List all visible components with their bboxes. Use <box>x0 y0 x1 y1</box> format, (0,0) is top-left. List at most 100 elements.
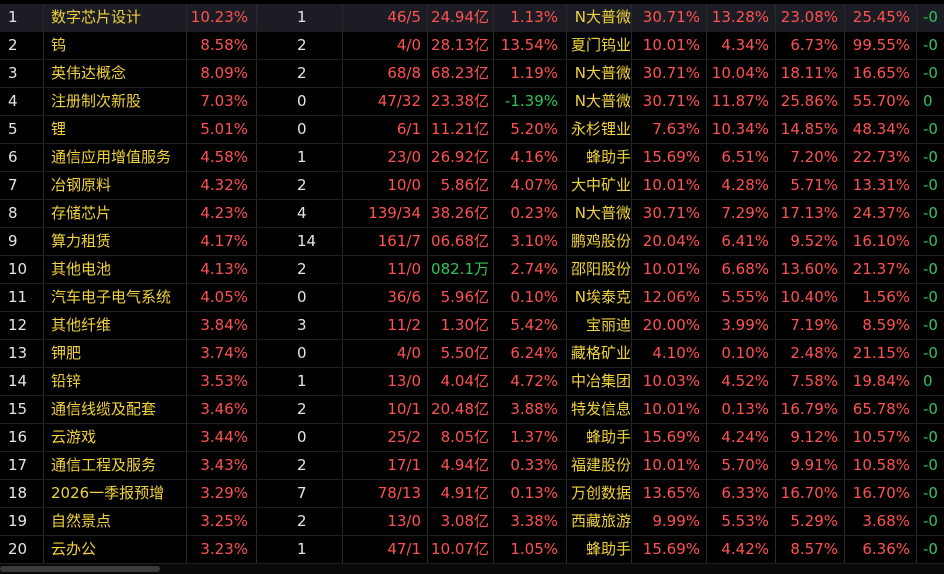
sector-name[interactable]: 数字芯片设计 <box>44 4 187 31</box>
leading-stock[interactable]: 宝丽迪 <box>567 312 632 339</box>
change-pct: 3.23% <box>187 536 257 563</box>
table-row[interactable]: 19 自然景点 3.25% 2 13/0 3.08亿 3.38% 西藏旅游 9.… <box>0 508 944 536</box>
change-pct: 3.46% <box>187 396 257 423</box>
sector-name[interactable]: 自然景点 <box>44 508 187 535</box>
leading-stock[interactable]: N大普微 <box>567 88 632 115</box>
limit-up-count: 2 <box>257 32 343 59</box>
net-pct: 3.10% <box>494 228 567 255</box>
leader-change: 10.03% <box>632 368 707 395</box>
leading-stock[interactable]: 大中矿业 <box>567 172 632 199</box>
leader-change: 10.01% <box>632 172 707 199</box>
period-change-3: 16.70% <box>845 480 917 507</box>
period-change-2: 9.91% <box>776 452 845 479</box>
leading-stock[interactable]: 特发信息 <box>567 396 632 423</box>
sector-name[interactable]: 英伟达概念 <box>44 60 187 87</box>
scrollbar-thumb[interactable] <box>0 566 160 572</box>
change-pct: 3.74% <box>187 340 257 367</box>
limit-up-count: 2 <box>257 60 343 87</box>
table-row[interactable]: 3 英伟达概念 8.09% 2 68/8 68.23亿 1.19% N大普微 3… <box>0 60 944 88</box>
period-change-2: 5.71% <box>776 172 845 199</box>
up-down-ratio: 10/1 <box>343 396 428 423</box>
sector-name[interactable]: 通信工程及服务 <box>44 452 187 479</box>
leading-stock[interactable]: 中冶集团 <box>567 368 632 395</box>
truncated-column: -0 <box>923 540 938 558</box>
leading-stock[interactable]: 鹏鸡股份 <box>567 228 632 255</box>
leading-stock[interactable]: N大普微 <box>567 4 632 31</box>
period-change-3: 24.37% <box>845 200 917 227</box>
net-amount: 06.68亿 <box>428 228 494 255</box>
table-row[interactable]: 13 钾肥 3.74% 0 4/0 5.50亿 6.24% 藏格矿业 4.10%… <box>0 340 944 368</box>
up-down-ratio: 68/8 <box>343 60 428 87</box>
limit-up-count: 14 <box>257 228 343 255</box>
table-row[interactable]: 2 钨 8.58% 2 4/0 28.13亿 13.54% 夏门钨业 10.01… <box>0 32 944 60</box>
table-row[interactable]: 15 通信线缆及配套 3.46% 2 10/1 20.48亿 3.88% 特发信… <box>0 396 944 424</box>
net-pct: 3.88% <box>494 396 567 423</box>
sector-name[interactable]: 算力租赁 <box>44 228 187 255</box>
table-row[interactable]: 12 其他纤维 3.84% 3 11/2 1.30亿 5.42% 宝丽迪 20.… <box>0 312 944 340</box>
sector-name[interactable]: 汽车电子电气系统 <box>44 284 187 311</box>
leading-stock[interactable]: 万创数据 <box>567 480 632 507</box>
leader-change: 10.01% <box>632 256 707 283</box>
leading-stock[interactable]: N埃泰克 <box>567 284 632 311</box>
leader-change: 30.71% <box>632 200 707 227</box>
leading-stock[interactable]: 蜂助手 <box>567 424 632 451</box>
sector-name[interactable]: 注册制次新股 <box>44 88 187 115</box>
table-row[interactable]: 9 算力租赁 4.17% 14 161/7 06.68亿 3.10% 鹏鸡股份 … <box>0 228 944 256</box>
table-row[interactable]: 17 通信工程及服务 3.43% 2 17/1 4.94亿 0.33% 福建股份… <box>0 452 944 480</box>
sector-name[interactable]: 钾肥 <box>44 340 187 367</box>
table-row[interactable]: 5 锂 5.01% 0 6/1 11.21亿 5.20% 永杉锂业 7.63% … <box>0 116 944 144</box>
table-row[interactable]: 4 注册制次新股 7.03% 0 47/32 23.38亿 -1.39% N大普… <box>0 88 944 116</box>
table-row[interactable]: 18 2026一季报预增 3.29% 7 78/13 4.91亿 0.13% 万… <box>0 480 944 508</box>
leading-stock[interactable]: 蜂助手 <box>567 536 632 563</box>
table-row[interactable]: 11 汽车电子电气系统 4.05% 0 36/6 5.96亿 0.10% N埃泰… <box>0 284 944 312</box>
leading-stock[interactable]: 永杉锂业 <box>567 116 632 143</box>
limit-up-count: 0 <box>257 340 343 367</box>
sector-name[interactable]: 其他纤维 <box>44 312 187 339</box>
table-row[interactable]: 20 云办公 3.23% 1 47/1 10.07亿 1.05% 蜂助手 15.… <box>0 536 944 564</box>
period-change-1: 4.28% <box>707 172 776 199</box>
table-row[interactable]: 14 铅锌 3.53% 1 13/0 4.04亿 4.72% 中冶集团 10.0… <box>0 368 944 396</box>
leading-stock[interactable]: N大普微 <box>567 60 632 87</box>
leading-stock[interactable]: 福建股份 <box>567 452 632 479</box>
sector-name[interactable]: 云办公 <box>44 536 187 563</box>
sector-name[interactable]: 通信线缆及配套 <box>44 396 187 423</box>
leading-stock[interactable]: 藏格矿业 <box>567 340 632 367</box>
period-change-2: 6.73% <box>776 32 845 59</box>
table-row[interactable]: 10 其他电池 4.13% 2 11/0 082.1万 2.74% 邵阳股份 1… <box>0 256 944 284</box>
up-down-ratio: 25/2 <box>343 424 428 451</box>
change-pct: 4.13% <box>187 256 257 283</box>
sector-name[interactable]: 存储芯片 <box>44 200 187 227</box>
sector-name[interactable]: 云游戏 <box>44 424 187 451</box>
leading-stock[interactable]: 邵阳股份 <box>567 256 632 283</box>
row-index: 15 <box>0 396 44 423</box>
truncated-column: -0 <box>923 64 938 82</box>
leader-change: 30.71% <box>632 4 707 31</box>
sector-name[interactable]: 冶钢原料 <box>44 172 187 199</box>
table-row[interactable]: 6 通信应用增值服务 4.58% 1 23/0 26.92亿 4.16% 蜂助手… <box>0 144 944 172</box>
period-change-3: 22.73% <box>845 144 917 171</box>
table-row[interactable]: 8 存储芯片 4.23% 4 139/34 38.26亿 0.23% N大普微 … <box>0 200 944 228</box>
leading-stock[interactable]: N大普微 <box>567 200 632 227</box>
sector-name[interactable]: 通信应用增值服务 <box>44 144 187 171</box>
leader-change: 10.01% <box>632 32 707 59</box>
leading-stock[interactable]: 夏门钨业 <box>567 32 632 59</box>
leading-stock[interactable]: 西藏旅游 <box>567 508 632 535</box>
sector-name[interactable]: 锂 <box>44 116 187 143</box>
table-row[interactable]: 16 云游戏 3.44% 0 25/2 8.05亿 1.37% 蜂助手 15.6… <box>0 424 944 452</box>
period-change-1: 13.28% <box>707 4 776 31</box>
table-row[interactable]: 1 数字芯片设计 10.23% 1 46/5 24.94亿 1.13% N大普微… <box>0 4 944 32</box>
up-down-ratio: 13/0 <box>343 368 428 395</box>
net-amount: 4.94亿 <box>428 452 494 479</box>
sector-name[interactable]: 2026一季报预增 <box>44 480 187 507</box>
sector-name[interactable]: 其他电池 <box>44 256 187 283</box>
horizontal-scrollbar[interactable] <box>0 564 944 574</box>
sector-name[interactable]: 钨 <box>44 32 187 59</box>
table-row[interactable]: 7 冶钢原料 4.32% 2 10/0 5.86亿 4.07% 大中矿业 10.… <box>0 172 944 200</box>
leading-stock[interactable]: 蜂助手 <box>567 144 632 171</box>
sector-name[interactable]: 铅锌 <box>44 368 187 395</box>
row-index: 1 <box>0 4 44 31</box>
leader-change: 20.00% <box>632 312 707 339</box>
period-change-1: 5.70% <box>707 452 776 479</box>
net-pct: 2.74% <box>494 256 567 283</box>
truncated-column: -0 <box>923 36 938 54</box>
